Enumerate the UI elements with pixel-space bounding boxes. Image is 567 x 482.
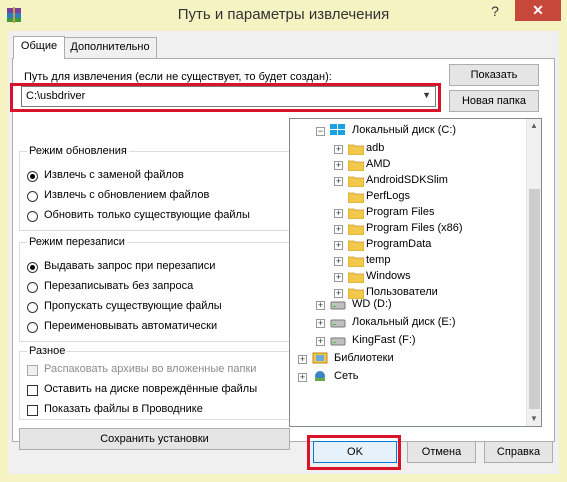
misc-title: Разное — [27, 345, 68, 357]
tree-item-label: Program Files — [366, 206, 435, 218]
show-button[interactable]: Показать — [449, 64, 539, 86]
tree-item-label: KingFast (F:) — [352, 334, 416, 346]
tree-item-label: Локальный диск (E:) — [352, 316, 456, 328]
overwrite-mode-group: Режим перезаписи Выдавать запрос при пер… — [19, 236, 290, 342]
windows-drive-icon — [330, 124, 345, 135]
tree-item-label: Локальный диск (C:) — [352, 124, 457, 136]
tab-advanced[interactable]: Дополнительно — [63, 37, 157, 58]
title-help-button[interactable]: ? — [484, 1, 506, 21]
tree-item-label: Windows — [366, 270, 411, 282]
radio-ask[interactable] — [27, 262, 38, 273]
path-highlight — [10, 83, 441, 112]
folder-icon — [348, 208, 364, 219]
radio-replace[interactable] — [27, 171, 38, 182]
expand-icon[interactable]: + — [316, 337, 325, 346]
tree-item-label: Сеть — [334, 370, 359, 382]
option-ask-label: Выдавать запрос при перезаписи — [44, 260, 216, 272]
window-title: Путь и параметры извлечения — [177, 6, 390, 23]
network-icon — [315, 371, 325, 381]
update-mode-title: Режим обновления — [27, 145, 129, 157]
tree-scrollbar[interactable]: ▲ ▼ — [526, 119, 541, 426]
tree-item-label: Библиотеки — [334, 352, 394, 364]
option-existing-only-label: Обновить только существующие файлы — [44, 209, 250, 221]
expand-icon[interactable]: + — [298, 373, 307, 382]
option-skip-label: Пропускать существующие файлы — [44, 300, 222, 312]
radio-update[interactable] — [27, 191, 38, 202]
checkbox-show-in-explorer[interactable] — [27, 405, 38, 416]
folder-icon — [348, 192, 364, 203]
tree-item-label: AndroidSDKSlim — [366, 174, 448, 186]
title-bar[interactable]: Путь и параметры извлечения ? ✕ — [0, 0, 567, 31]
folder-icon — [348, 160, 364, 171]
folder-tree[interactable]: − Локальный диск (C:) + adb + AMD + AndroidSD… — [289, 118, 542, 427]
close-button[interactable]: ✕ — [515, 0, 561, 21]
folder-icon — [348, 256, 364, 267]
expand-icon[interactable]: + — [334, 273, 343, 282]
path-label: Путь для извлечения (если не существует,… — [24, 71, 332, 83]
update-mode-group: Режим обновления Извлечь с заменой файло… — [19, 145, 290, 231]
expand-icon[interactable]: + — [334, 225, 343, 234]
expand-icon[interactable]: + — [334, 209, 343, 218]
new-folder-button[interactable]: Новая папка — [449, 90, 539, 112]
scroll-up-icon[interactable]: ▲ — [530, 121, 538, 130]
expand-icon[interactable]: + — [334, 145, 343, 154]
option-replace-label: Извлечь с заменой файлов — [44, 169, 184, 181]
scroll-down-icon[interactable]: ▼ — [530, 414, 538, 423]
libraries-icon — [312, 352, 328, 364]
option-show-in-explorer-label: Показать файлы в Проводнике — [44, 403, 203, 415]
drive-icon — [330, 319, 346, 328]
tree-item-label: adb — [366, 142, 385, 154]
tree-item-label: AMD — [366, 158, 391, 170]
checkbox-keep-broken[interactable] — [27, 385, 38, 396]
drive-icon — [330, 337, 346, 346]
radio-overwrite[interactable] — [27, 282, 38, 293]
folder-icon — [348, 144, 364, 155]
radio-existing-only[interactable] — [27, 211, 38, 222]
option-rename-label: Переименовывать автоматически — [44, 320, 218, 332]
save-settings-button[interactable]: Сохранить установки — [19, 428, 290, 450]
tree-item-label: Пользователи — [366, 286, 438, 298]
misc-group: Разное Распаковать архивы во вложенные п… — [19, 345, 290, 420]
drive-icon — [330, 301, 346, 310]
folder-icon — [348, 224, 364, 235]
folder-icon — [348, 272, 364, 283]
expand-icon[interactable]: + — [316, 301, 325, 310]
expand-icon[interactable]: + — [316, 319, 325, 328]
expand-icon[interactable]: + — [334, 241, 343, 250]
tree-item-label: temp — [366, 254, 391, 266]
option-overwrite-label: Перезаписывать без запроса — [44, 280, 194, 292]
collapse-icon[interactable]: − — [316, 127, 325, 136]
expand-icon[interactable]: + — [334, 177, 343, 186]
expand-icon[interactable]: + — [334, 289, 343, 298]
expand-icon[interactable]: + — [334, 257, 343, 266]
tree-item-label: WD (D:) — [352, 298, 392, 310]
overwrite-mode-title: Режим перезаписи — [27, 236, 127, 248]
checkbox-nested-archives[interactable] — [27, 365, 38, 376]
tree-item-label: PerfLogs — [366, 190, 411, 202]
dialog-window: Путь и параметры извлечения ? ✕ Общие До… — [0, 0, 567, 482]
option-nested-archives-label: Распаковать архивы во вложенные папки — [44, 363, 257, 375]
scroll-thumb[interactable] — [529, 189, 540, 409]
folder-icon — [348, 240, 364, 251]
ok-highlight — [307, 435, 401, 470]
expand-icon[interactable]: + — [298, 355, 307, 364]
tree-item-label: ProgramData — [366, 238, 432, 250]
option-update-label: Извлечь с обновлением файлов — [44, 189, 210, 201]
help-button[interactable]: Справка — [484, 441, 553, 463]
cancel-button[interactable]: Отмена — [407, 441, 476, 463]
folder-icon — [348, 176, 364, 187]
expand-icon[interactable]: + — [334, 161, 343, 170]
radio-rename[interactable] — [27, 322, 38, 333]
tab-general[interactable]: Общие — [13, 36, 65, 59]
tree-item-label: Program Files (x86) — [366, 222, 463, 234]
dialog-client: Общие Дополнительно Путь для извлечения … — [8, 31, 559, 474]
option-keep-broken-label: Оставить на диске повреждённые файлы — [44, 383, 258, 395]
radio-skip[interactable] — [27, 302, 38, 313]
